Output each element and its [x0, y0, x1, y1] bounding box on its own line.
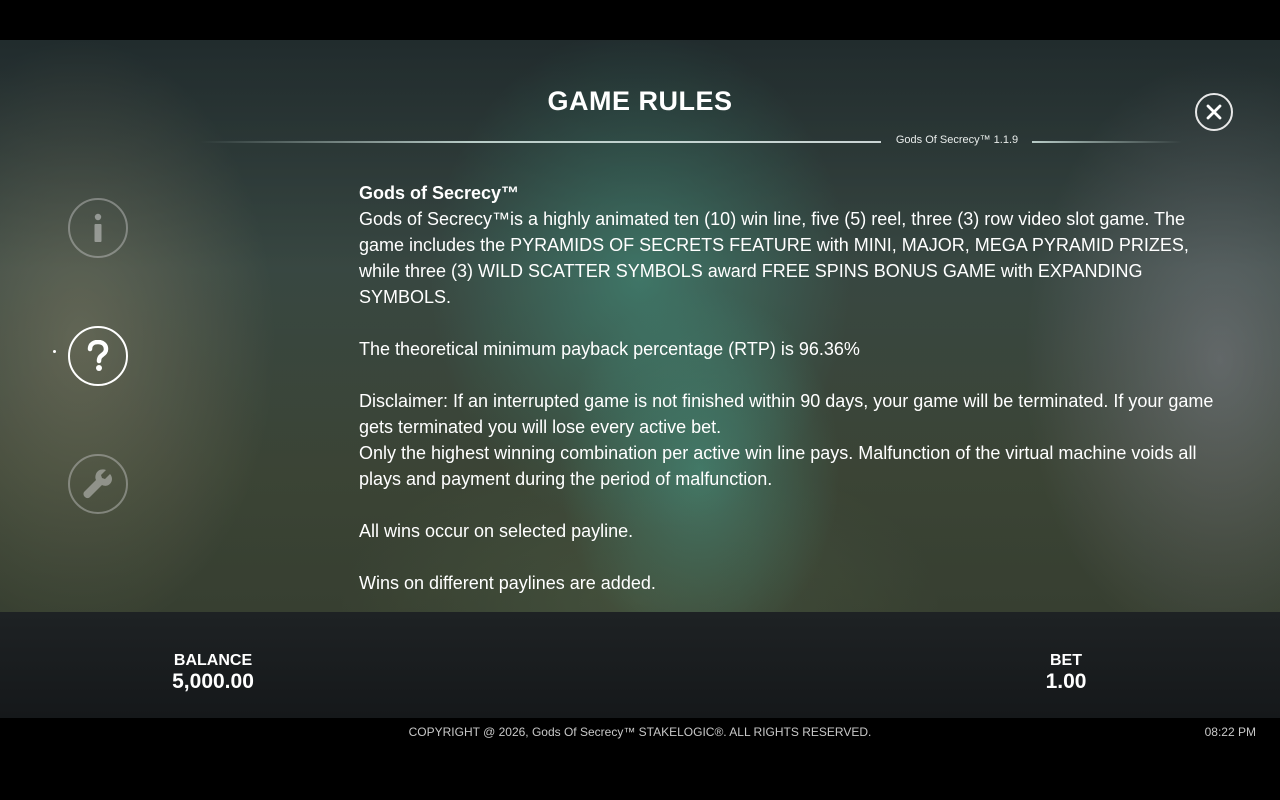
- balance-meter: BALANCE 5,000.00: [163, 652, 263, 694]
- bet-value: 1.00: [1045, 670, 1087, 693]
- rules-disclaimer: Disclaimer: If an interrupted game is no…: [359, 391, 1214, 437]
- rules-intro: Gods of Secrecy™is a highly animated ten…: [359, 209, 1189, 307]
- question-icon: [87, 340, 109, 371]
- balance-label: BALANCE: [173, 652, 253, 669]
- copyright-text: COPYRIGHT @ 2026, Gods Of Secrecy™ STAKE…: [408, 725, 872, 739]
- bet-meter: BET 1.00: [1026, 652, 1106, 694]
- balance-value: 5,000.00: [172, 670, 254, 693]
- rules-malfunction: Only the highest winning combination per…: [359, 443, 1197, 489]
- close-icon: [1206, 104, 1222, 120]
- info-icon: [94, 213, 102, 242]
- help-button[interactable]: [68, 326, 128, 386]
- game-version: Gods Of Secrecy™ 1.1.9: [895, 134, 1019, 146]
- title-divider-right: [1032, 141, 1182, 143]
- wrench-icon: [83, 469, 112, 499]
- rules-content: Gods of Secrecy™ Gods of Secrecy™is a hi…: [359, 180, 1219, 622]
- clock: 08:22 PM: [1204, 725, 1256, 739]
- rules-paylines-added: Wins on different paylines are added.: [359, 573, 656, 593]
- close-button[interactable]: [1195, 93, 1233, 131]
- page-title: GAME RULES: [547, 86, 733, 116]
- rules-payline: All wins occur on selected payline.: [359, 521, 634, 541]
- active-indicator: [53, 350, 56, 353]
- rules-heading: Gods of Secrecy™: [359, 183, 520, 203]
- info-button[interactable]: [68, 198, 128, 258]
- bet-label: BET: [1050, 652, 1082, 669]
- rules-rtp: The theoretical minimum payback percenta…: [359, 339, 860, 359]
- settings-button[interactable]: [68, 454, 128, 514]
- title-divider-left: [200, 141, 881, 143]
